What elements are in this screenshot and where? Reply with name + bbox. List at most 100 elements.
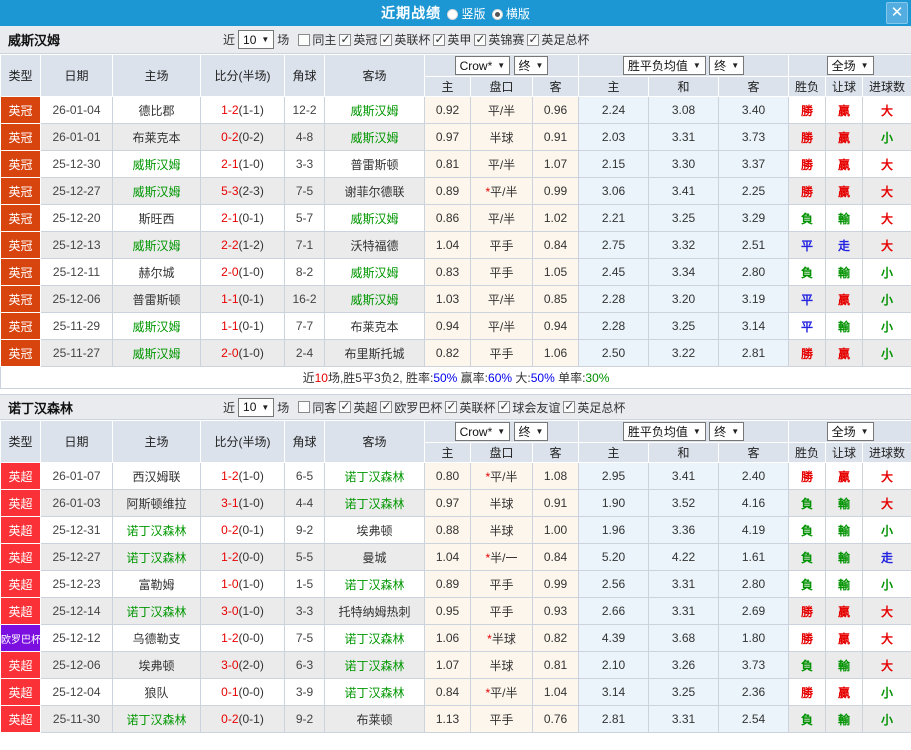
league-filter-1[interactable]: 英冠: [339, 31, 377, 48]
summary-segment: 近: [302, 371, 315, 385]
handicap-cell: 半球: [470, 516, 533, 544]
score-cell: 2-2(1-2): [200, 231, 285, 259]
scope-dd-group: 全场 ▼: [788, 420, 911, 443]
league-filter-1[interactable]: 英超: [339, 399, 377, 416]
goals-result-cell: 小: [862, 258, 911, 286]
league-badge: 英超: [0, 651, 41, 679]
away-team: 布莱顿: [324, 705, 425, 733]
odds-company-select[interactable]: Crow* ▼: [454, 56, 511, 76]
odds-company-select[interactable]: Crow* ▼: [454, 422, 511, 442]
league-badge: 欧罗巴杯: [0, 624, 41, 652]
avg-home: 2.66: [578, 597, 649, 625]
col-type: 类型: [0, 54, 41, 97]
half-score: (0-1): [238, 523, 264, 537]
handicap-result-cell: 輸: [825, 543, 864, 571]
scope-select[interactable]: 全场 ▼: [826, 56, 874, 75]
goals-result-cell: 小: [862, 123, 911, 151]
league-filter-4[interactable]: 英锦赛: [474, 31, 524, 48]
vertical-layout-radio[interactable]: 竖版: [447, 5, 486, 22]
avg-type-select[interactable]: 胜平负均值 ▼: [622, 56, 706, 75]
handicap-cell: 平手: [470, 258, 533, 286]
home-odds: 1.04: [424, 231, 471, 259]
home-team: 诺丁汉森林: [112, 543, 201, 571]
league-badge: 英冠: [0, 339, 41, 367]
home-odds: 1.07: [424, 651, 471, 679]
handicap-result-cell: 贏: [825, 96, 864, 124]
same-away-checkbox[interactable]: 同客: [298, 399, 336, 416]
league-filter-5[interactable]: 英足总杯: [527, 31, 589, 48]
handicap-cell: 平手: [470, 705, 533, 733]
score-cell: 3-0(1-0): [200, 597, 285, 625]
home-team: 西汉姆联: [112, 462, 201, 490]
match-date: 25-11-29: [40, 312, 113, 340]
avg-final-select[interactable]: 终 ▼: [709, 422, 745, 441]
league-badge: 英冠: [0, 258, 41, 286]
col-result: 胜负: [788, 76, 827, 97]
match-row: 英冠 25-12-20 斯旺西 2-1(0-1) 5-7 威斯汉姆 0.86 平/半 1.02 2…: [0, 204, 911, 232]
avg-away: 1.61: [717, 543, 790, 571]
league-filter-3[interactable]: 英甲: [433, 31, 471, 48]
match-count-select[interactable]: 10 ▼: [238, 397, 275, 417]
final-score: 3-0: [221, 658, 239, 672]
league-filter-5[interactable]: 英足总杯: [563, 399, 625, 416]
avg-home: 2.28: [578, 285, 649, 313]
col-score: 比分(半场): [200, 54, 285, 97]
close-button[interactable]: ✕: [886, 2, 908, 24]
handicap-result-cell: 走: [825, 231, 864, 259]
goals-result-cell: 小: [862, 285, 911, 313]
result-cell: 勝: [788, 123, 827, 151]
league-filter-2[interactable]: 欧罗巴杯: [380, 399, 442, 416]
match-row: 英超 26-01-07 西汉姆联 1-2(1-0) 6-5 诺丁汉森林 0.80 *平/半 1.…: [0, 462, 911, 490]
avg-home: 2.56: [578, 570, 649, 598]
away-team: 布莱克本: [324, 312, 425, 340]
odds-final-select[interactable]: 终 ▼: [513, 421, 549, 441]
half-score: (1-0): [238, 496, 264, 510]
goals-result-cell: 大: [862, 204, 911, 232]
avg-dd-group: 胜平负均值 ▼ 终 ▼: [577, 54, 790, 77]
league-badge: 英冠: [0, 177, 41, 205]
away-odds: 0.85: [532, 285, 579, 313]
popup-title: 近期战绩: [381, 5, 442, 21]
home-odds: 0.97: [424, 123, 471, 151]
popup-titlebar: 近期战绩 竖版 横版 ✕: [0, 0, 911, 26]
avg-away: 3.14: [717, 312, 790, 340]
scope-select[interactable]: 全场 ▼: [826, 422, 874, 441]
result-cell: 勝: [788, 597, 827, 625]
horizontal-layout-radio[interactable]: 横版: [491, 5, 530, 22]
handicap-cell: 平手: [470, 339, 533, 367]
avg-final-select[interactable]: 终 ▼: [709, 56, 745, 75]
col-avg-draw: 和: [648, 442, 719, 463]
handicap-cell: 平手: [470, 231, 533, 259]
corner-cell: 12-2: [284, 96, 325, 124]
col-result: 胜负: [788, 442, 827, 463]
league-badge: 英超: [0, 678, 41, 706]
away-team: 诺丁汉森林: [324, 678, 425, 706]
league-filter-2[interactable]: 英联杯: [380, 31, 430, 48]
handicap-result-cell: 輸: [825, 489, 864, 517]
corner-cell: 9-2: [284, 516, 325, 544]
avg-home: 1.96: [578, 516, 649, 544]
avg-dd-group: 胜平负均值 ▼ 终 ▼: [577, 420, 790, 443]
checkbox-unchecked-icon: [298, 33, 311, 46]
match-date: 25-12-23: [40, 570, 113, 598]
same-home-checkbox[interactable]: 同主: [298, 31, 336, 48]
avg-draw: 3.41: [648, 177, 719, 205]
checkbox-checked-icon: [339, 399, 352, 413]
match-count-select[interactable]: 10 ▼: [238, 30, 275, 49]
corner-cell: 16-2: [284, 285, 325, 313]
league-filter-4[interactable]: 球会友谊: [498, 399, 560, 416]
odds-final-select[interactable]: 终 ▼: [513, 55, 549, 75]
goals-result-cell: 大: [862, 624, 911, 652]
avg-type-select[interactable]: 胜平负均值 ▼: [622, 422, 706, 441]
avg-away: 3.19: [717, 285, 790, 313]
league-filter-3[interactable]: 英联杯: [445, 399, 495, 416]
match-date: 25-12-30: [40, 150, 113, 178]
summary-segment: 大:: [512, 371, 531, 385]
match-date: 25-12-12: [40, 624, 113, 652]
match-date: 25-12-20: [40, 204, 113, 232]
odds-dd-group: Crow* ▼ 终 ▼: [424, 54, 579, 77]
home-team: 普雷斯顿: [112, 285, 201, 313]
score-cell: 2-1(1-0): [200, 150, 285, 178]
handicap-result-cell: 贏: [825, 123, 864, 151]
avg-home: 3.14: [578, 678, 649, 706]
